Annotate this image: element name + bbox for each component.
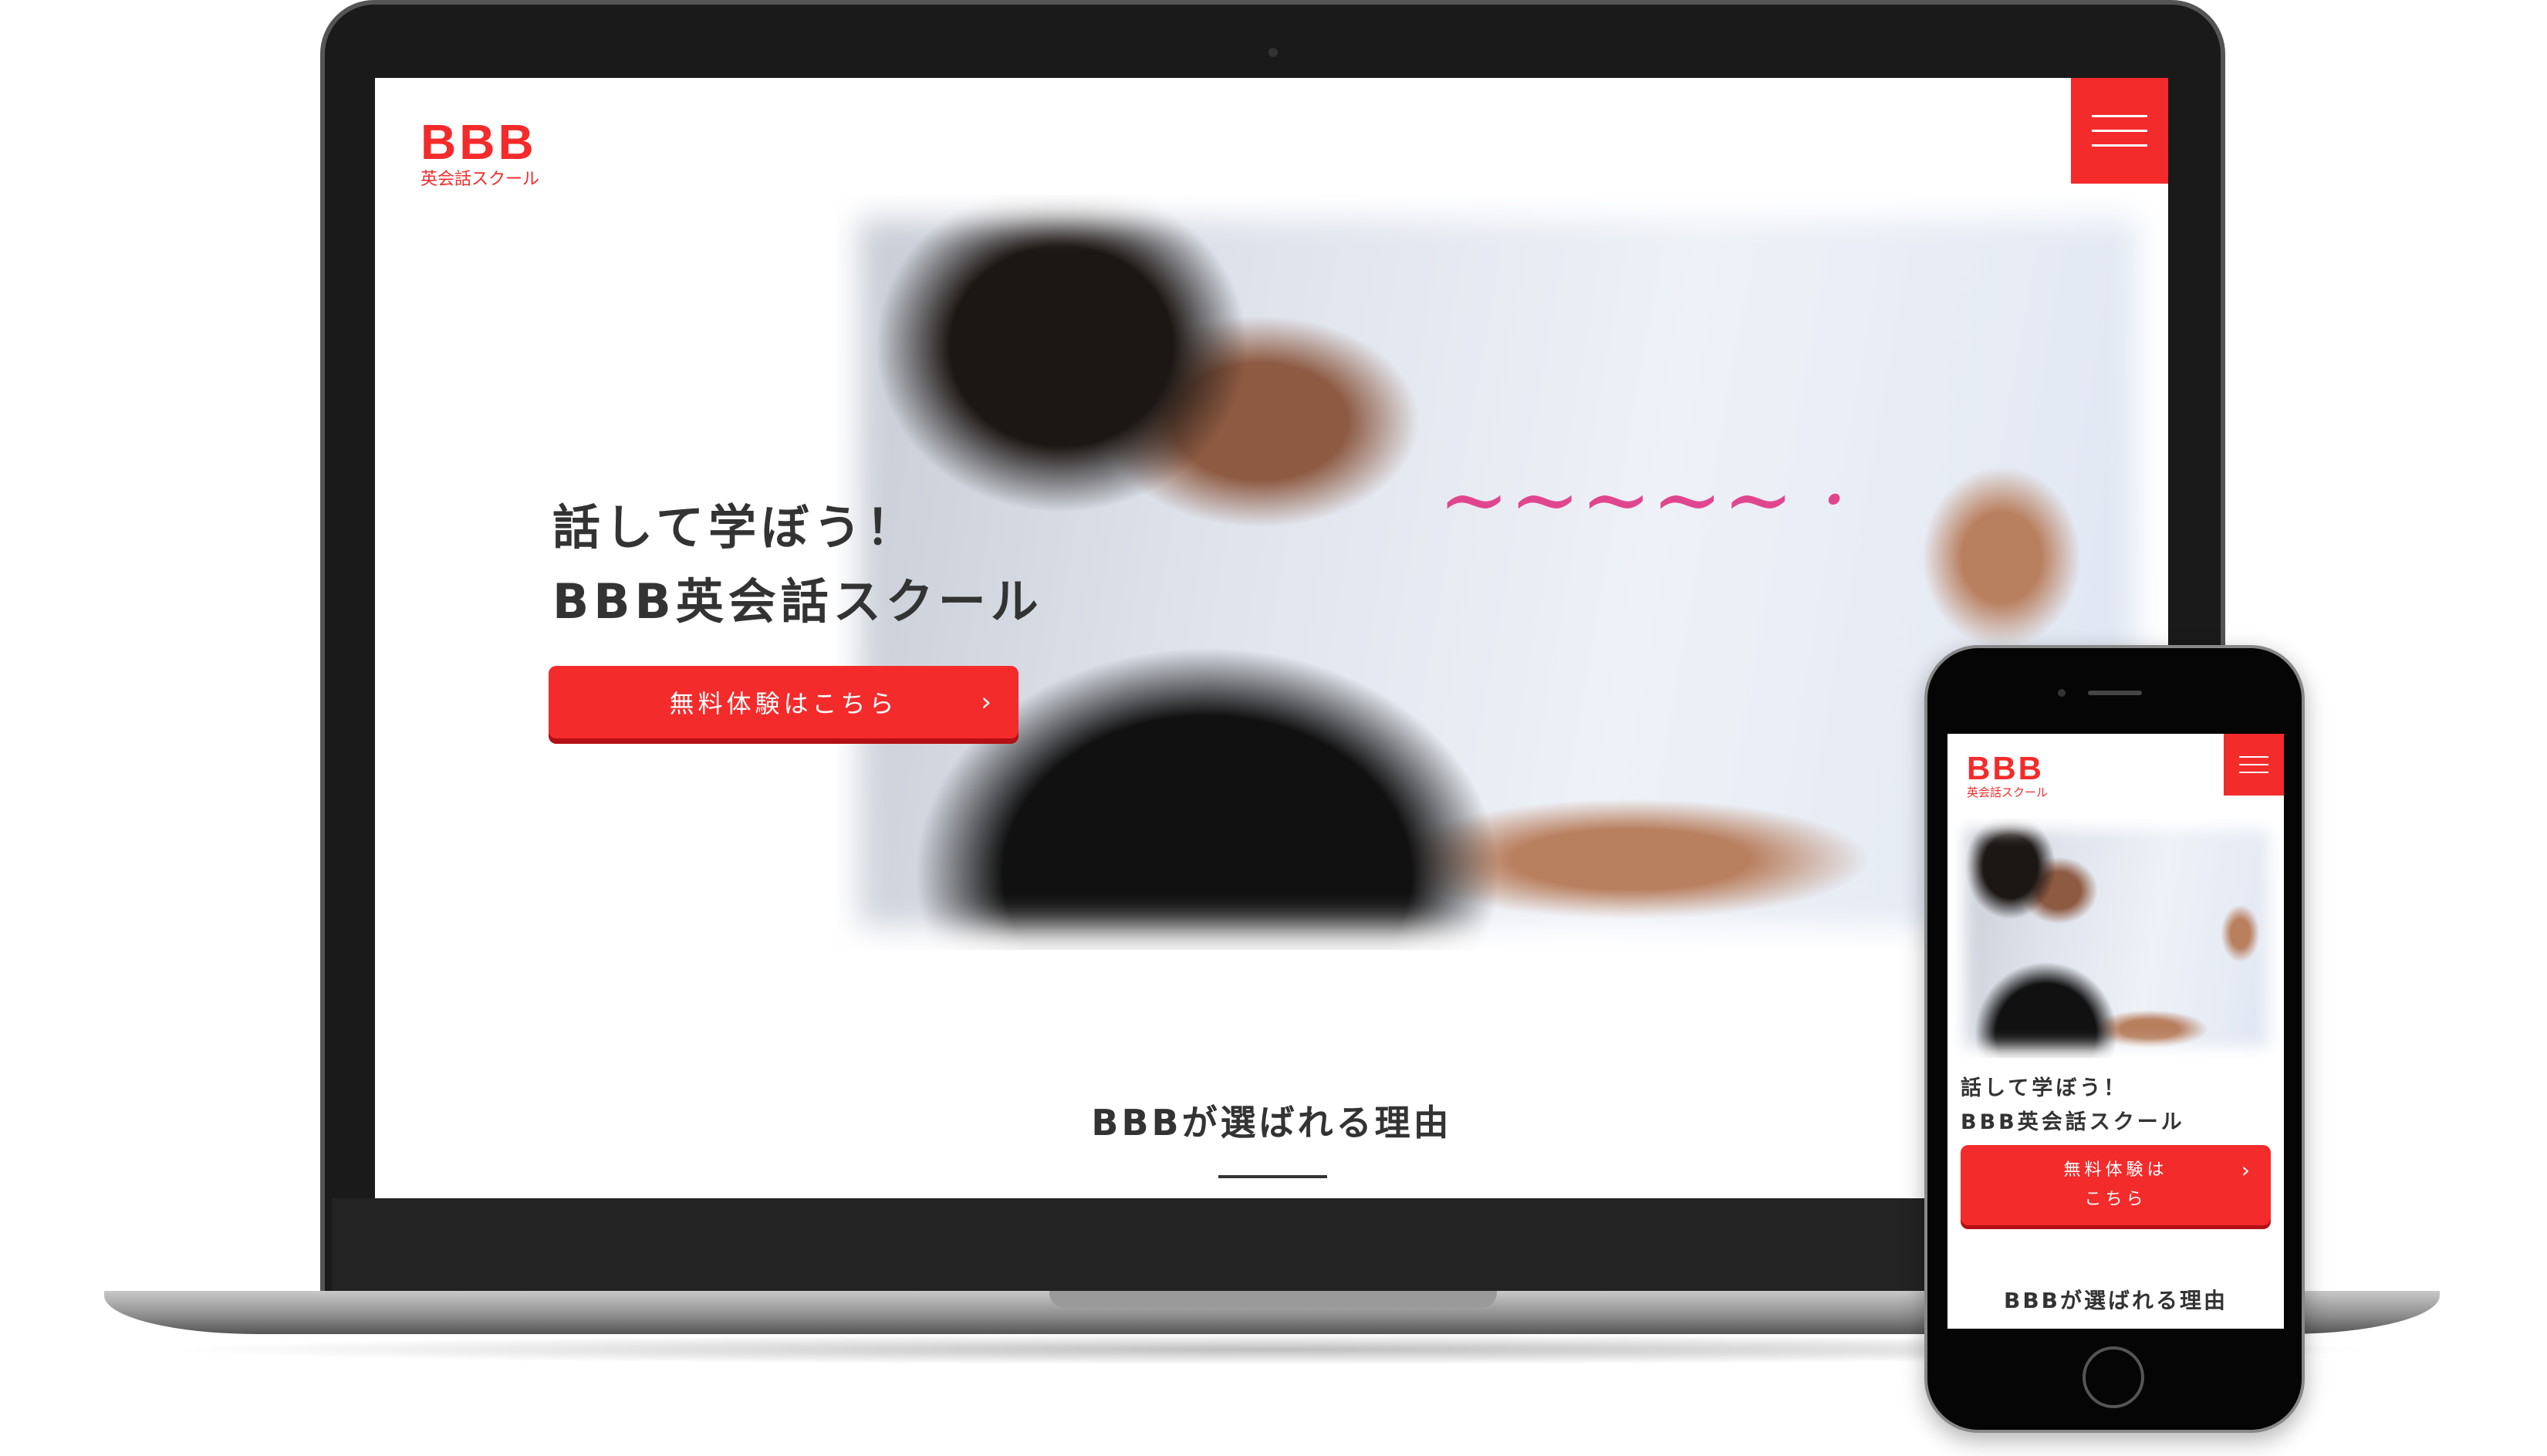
logo-subtitle: 英会話スクール [421, 170, 540, 189]
free-trial-label: 無料体験はこちら [669, 689, 898, 718]
section-title: BBBが選ばれる理由 [1091, 1102, 1452, 1144]
section-title-underline [1218, 1175, 1327, 1178]
hamburger-line [2239, 764, 2268, 765]
laptop-camera [1268, 48, 1278, 57]
phone-camera [2058, 689, 2066, 697]
mobile-logo-link[interactable]: BBB 英会話スクール [1967, 752, 2048, 799]
whiteboard-writing: ∼∼∼∼∼ · [1438, 450, 1848, 549]
hero-heading-line1: 話して学ぼう！ [552, 499, 919, 556]
mobile-free-trial-button[interactable]: 無料体験は こちら › [1961, 1145, 2271, 1225]
mobile-hero-heading-line2: BBB英会話スクール [1961, 1110, 2185, 1134]
hamburger-menu-icon [2239, 756, 2268, 758]
phone-speaker [2088, 691, 2142, 695]
laptop-notch [1049, 1291, 1497, 1308]
mobile-menu-button[interactable] [2224, 734, 2284, 796]
mobile-logo-subtitle: 英会話スクール [1967, 785, 2049, 799]
phone-home-button[interactable] [2083, 1346, 2144, 1408]
mobile-section-title: BBBが選ばれる理由 [2003, 1288, 2228, 1313]
mobile-hero-image [1955, 819, 2279, 1058]
desktop-page: BBB 英会話スクール ∼∼∼∼∼ · 話して学ぼう！ BBB英会話スクール 無… [375, 78, 2168, 1198]
mobile-free-trial-label-line2: こちら [2084, 1190, 2147, 1209]
menu-button[interactable] [2071, 78, 2168, 184]
mobile-free-trial-label-line1: 無料体験は [2063, 1160, 2168, 1180]
chevron-right-icon: › [981, 687, 995, 718]
hamburger-line [2092, 144, 2147, 147]
mobile-logo-text: BBB [1967, 750, 2044, 786]
mobile-page: BBB 英会話スクール 話して学ぼう！ BBB英会話スクール 無料体験は こちら… [1947, 734, 2284, 1329]
hamburger-line [2239, 772, 2268, 773]
hamburger-line [2092, 130, 2147, 132]
chevron-right-icon: › [2241, 1157, 2254, 1183]
mobile-hero-heading-line1: 話して学ぼう！ [1961, 1076, 2128, 1100]
hero-heading-line2: BBB英会話スクール [552, 573, 1043, 630]
mobile-hero-heading: 話して学ぼう！ BBB英会話スクール [1961, 1072, 2185, 1140]
hamburger-menu-icon [2092, 115, 2147, 117]
hero-heading: 話して学ぼう！ BBB英会話スクール [552, 491, 1043, 639]
free-trial-button[interactable]: 無料体験はこちら › [549, 666, 1018, 738]
logo-link[interactable]: BBB 英会話スクール [421, 117, 539, 188]
logo-text: BBB [421, 114, 537, 170]
